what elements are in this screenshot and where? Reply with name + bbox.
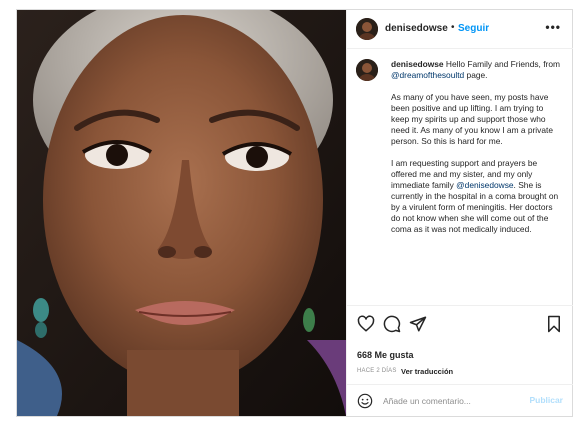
caption-intro-end: page. <box>464 70 488 80</box>
header-username[interactable]: denisedowse <box>385 23 448 34</box>
caption-area: denisedowse Hello Family and Friends, fr… <box>347 49 573 305</box>
heart-icon[interactable] <box>357 315 375 333</box>
comment-bar: Publicar <box>347 384 573 417</box>
mention-link[interactable]: @denisedowse <box>456 180 513 190</box>
separator-dot: • <box>451 22 455 33</box>
emoji-icon[interactable] <box>357 393 373 409</box>
share-icon[interactable] <box>409 315 427 333</box>
publish-button[interactable]: Publicar <box>529 395 563 405</box>
bookmark-icon[interactable] <box>545 315 563 333</box>
likes-count[interactable]: 668 Me gusta <box>357 350 414 360</box>
follow-button[interactable]: Seguir <box>458 23 489 34</box>
instagram-post: denisedowse • Seguir ••• denisedowse Hel… <box>16 9 573 417</box>
avatar[interactable] <box>356 18 378 40</box>
comment-icon[interactable] <box>383 315 401 333</box>
avatar-image <box>356 18 378 40</box>
avatar-image <box>356 59 378 81</box>
mention-link[interactable]: @dreamofthesoultd <box>391 70 464 80</box>
caption-paragraph-2: As many of you have seen, my posts have … <box>391 92 553 146</box>
caption-intro: Hello Family and Friends, from <box>445 59 560 69</box>
post-timestamp: HACE 2 DÍAS <box>357 368 397 374</box>
caption-paragraph-3: I am requesting support and prayers be o… <box>391 158 563 235</box>
see-translation-link[interactable]: Ver traducción <box>401 367 453 376</box>
comment-input[interactable] <box>383 394 513 408</box>
more-options-icon[interactable]: ••• <box>545 20 561 34</box>
post-sidebar: denisedowse • Seguir ••• denisedowse Hel… <box>346 10 573 416</box>
actions-area: 668 Me gusta HACE 2 DÍAS Ver traducción … <box>347 305 573 416</box>
post-header: denisedowse • Seguir ••• <box>347 10 573 49</box>
caption-username[interactable]: denisedowse <box>391 59 444 69</box>
caption-text: denisedowse Hello Family and Friends, fr… <box>391 59 563 246</box>
portrait-image <box>17 10 346 416</box>
caption-paragraph-1: denisedowse Hello Family and Friends, fr… <box>391 59 563 81</box>
post-photo[interactable] <box>17 10 346 416</box>
caption-avatar[interactable] <box>356 59 378 81</box>
